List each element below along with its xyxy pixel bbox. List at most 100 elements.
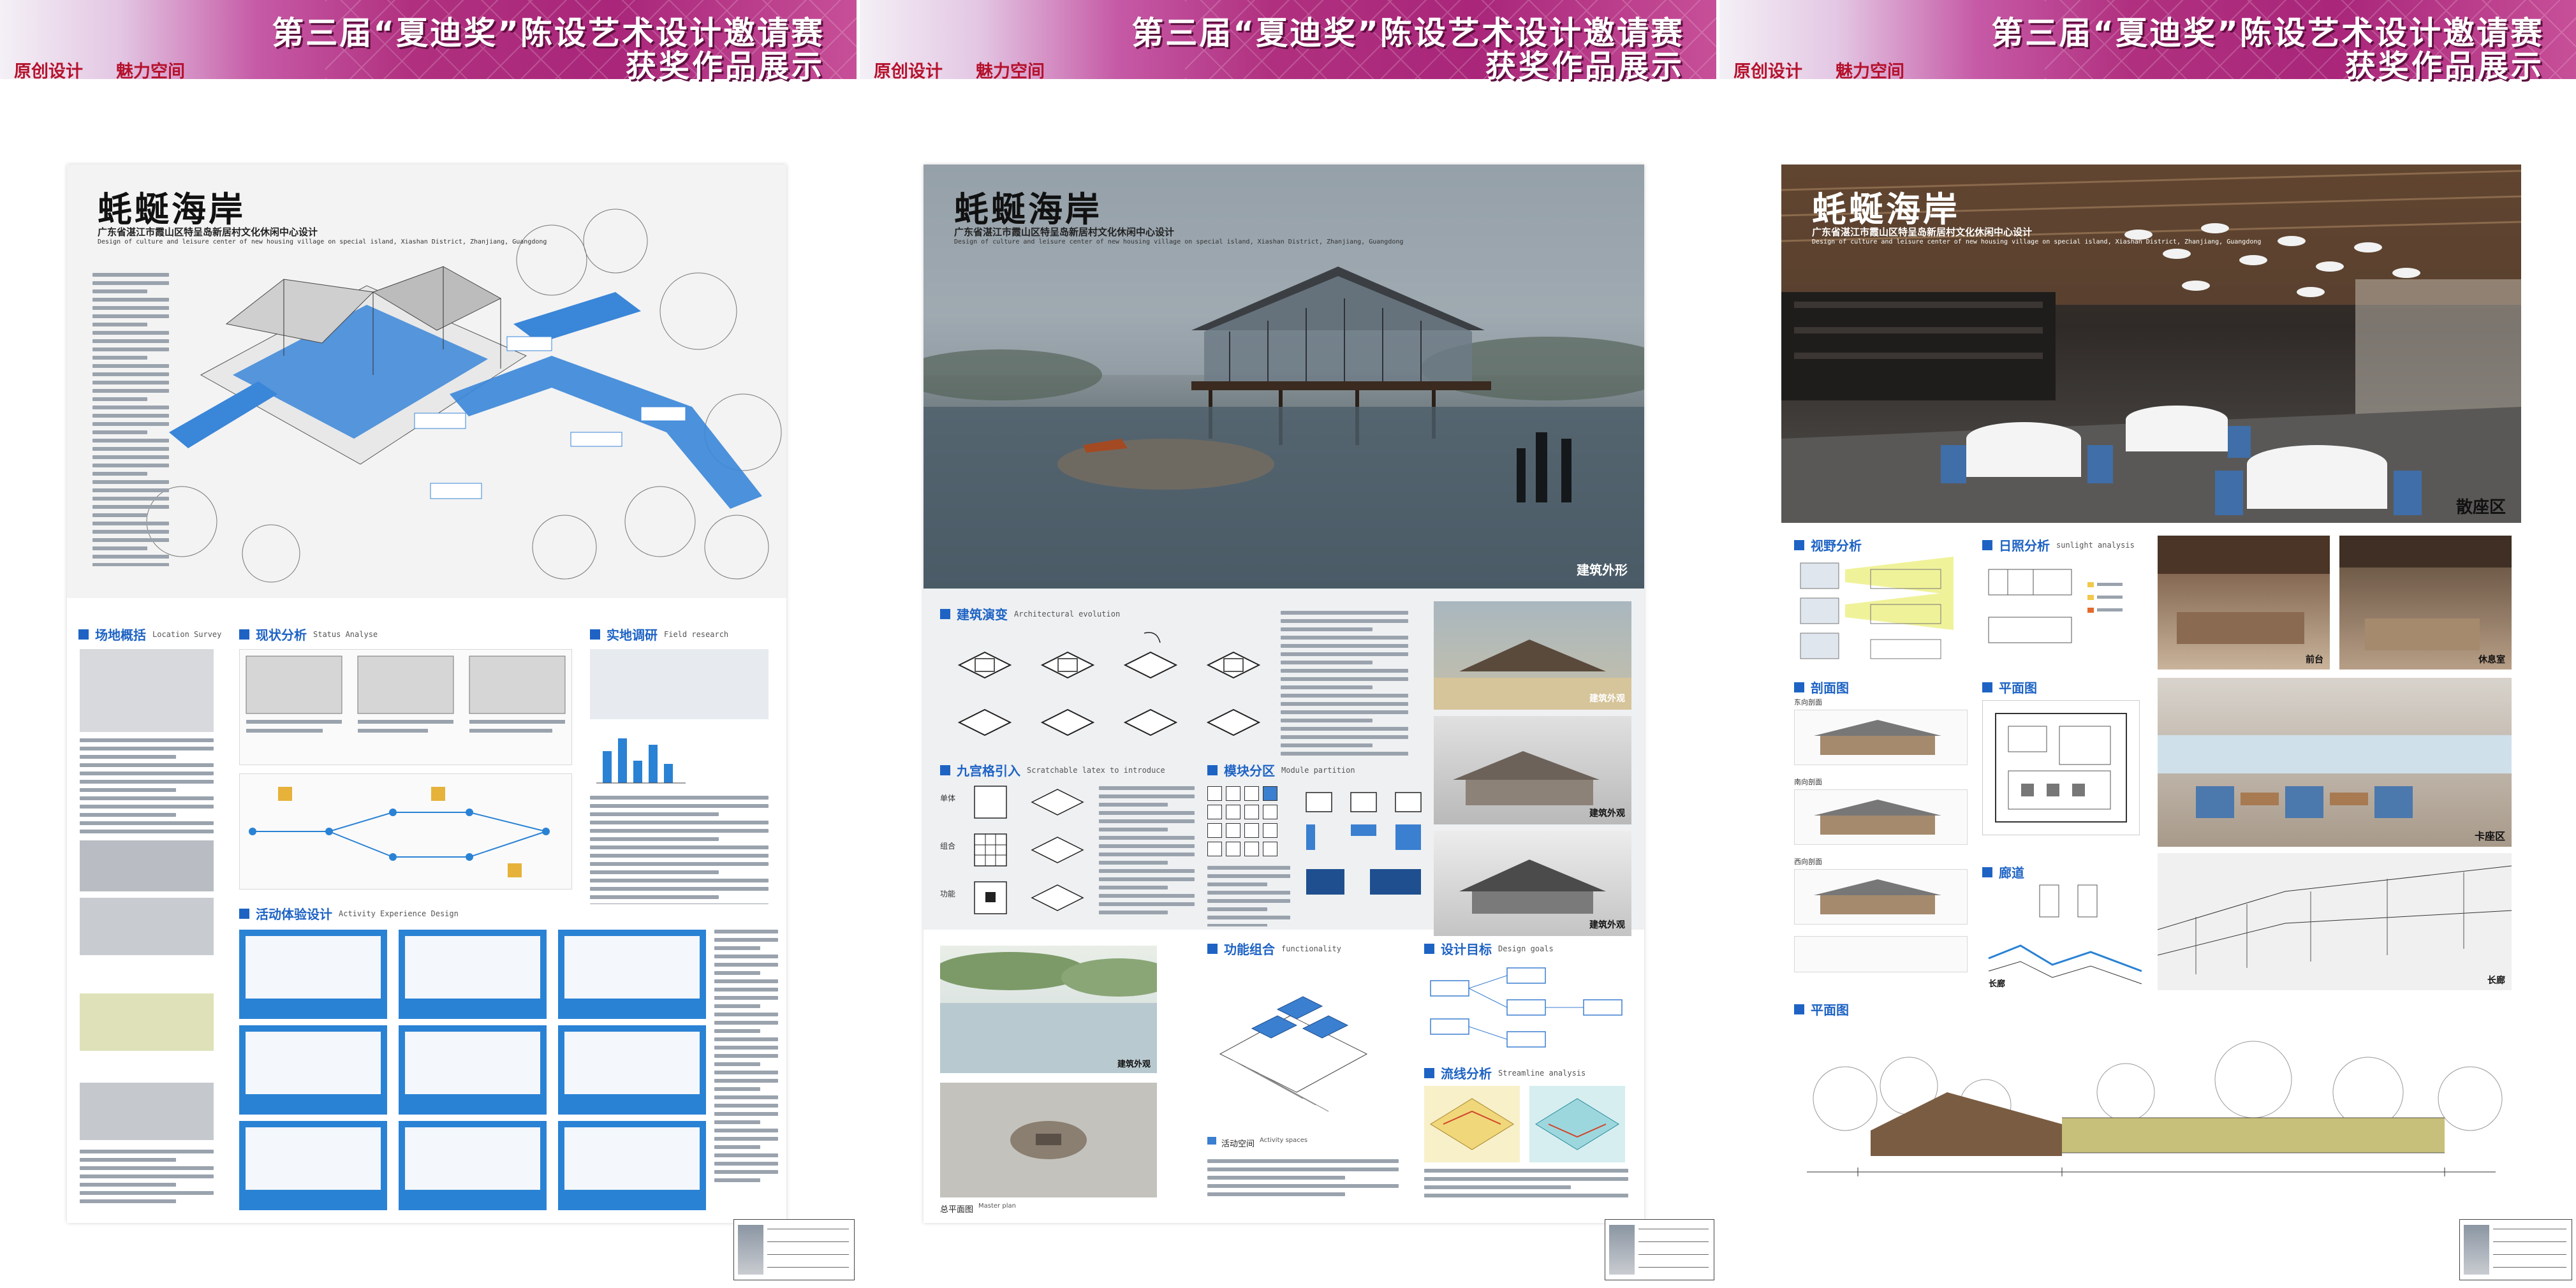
- section-field: 实地调研 Field research: [590, 625, 728, 643]
- activity-text: [714, 930, 778, 1210]
- grid-label-1: 单体: [940, 794, 956, 803]
- section-status: 现状分析 Status Analyse: [239, 625, 378, 643]
- site-map-2: [80, 993, 214, 1051]
- section-evolution: 建筑演变 Architectural evolution: [940, 604, 1120, 623]
- poster-panel-1: 第三届“夏迪奖”陈设艺术设计邀请赛 获奖作品展示 原创设计 魅力空间 蚝蜒海岸 …: [0, 0, 857, 1288]
- streamline-text: [1424, 1169, 1628, 1213]
- floor-plan: [1982, 700, 2140, 835]
- module-grid: [1207, 786, 1277, 856]
- section-activity: 活动体验设计 Activity Experience Design: [239, 904, 459, 923]
- legend-swatch-icon: [1207, 1137, 1216, 1145]
- section-function: 功能组合 functionality: [1207, 939, 1341, 958]
- section-ninegrid: 九宫格引入 Scratchable latex to introduce: [940, 761, 1165, 779]
- poster-sheet: 蚝蜒海岸 广东省湛江市霞山区特呈岛新居村文化休闲中心设计 Design of c…: [924, 165, 1644, 1223]
- section-marker-icon: [940, 765, 950, 775]
- elevation-label-south: 南向剖面: [1794, 778, 1822, 786]
- corridor-render: 长廊: [2158, 853, 2512, 990]
- activity-space-caption: 活动空间 Activity spaces: [1207, 1137, 1307, 1149]
- poster-panel-2: 第三届“夏迪奖”陈设艺术设计邀请赛 获奖作品展示 原创设计 魅力空间 蚝蜒海岸 …: [860, 0, 1716, 1288]
- function-axonometric: [1207, 958, 1380, 1131]
- elevation-south: [1794, 789, 1968, 845]
- section-marker-icon: [590, 629, 600, 640]
- section-marker-icon: [1424, 943, 1434, 954]
- location-text: [80, 738, 214, 834]
- section-location: 场地概括 Location Survey: [78, 625, 221, 643]
- elevation-label-west: 西向剖面: [1794, 858, 1822, 866]
- section-marker-icon: [1207, 943, 1218, 954]
- elevation-east: [1794, 710, 1968, 765]
- section-plan: 平面图: [1982, 678, 2037, 696]
- field-bar-chart: [590, 726, 769, 789]
- interior-render: 蚝蜒海岸 广东省湛江市霞山区特呈岛新居村文化休闲中心设计 Design of c…: [1781, 165, 2521, 523]
- field-text: [590, 796, 769, 904]
- module-text: [1207, 866, 1290, 926]
- ninegrid-text: [1099, 786, 1195, 926]
- tag-space: 魅力空间: [976, 62, 1045, 82]
- section-marker-icon: [1794, 682, 1804, 692]
- activity-tile: [399, 930, 547, 1019]
- section-module: 模块分区 Module partition: [1207, 761, 1355, 779]
- poster-sheet: 蚝蜒海岸 广东省湛江市霞山区特呈岛新居村文化休闲中心设计 Design of c…: [1781, 165, 2521, 1223]
- long-elevation: [1794, 1022, 2512, 1194]
- section-marker-icon: [1982, 539, 1992, 550]
- section-marker-icon: [1794, 539, 1804, 550]
- section-marker-icon: [1982, 867, 1992, 877]
- elevation-west: [1794, 869, 1968, 925]
- hero-caption: 建筑外形: [1577, 562, 1628, 578]
- banner: 第三届“夏迪奖”陈设艺术设计邀请赛 获奖作品展示 原创设计 魅力空间: [860, 0, 1716, 84]
- exterior-photo-2: 建筑外观: [1434, 716, 1631, 824]
- section-sun: 日照分析 sunlight analysis: [1982, 536, 2135, 554]
- project-title: 蚝蜒海岸: [98, 189, 246, 230]
- section-corridor: 廊道: [1982, 863, 2024, 881]
- goals-diagram: [1424, 962, 1628, 1057]
- elevation-extra: [1794, 936, 1968, 972]
- elevation-label-east: 东向剖面: [1794, 698, 1822, 706]
- master-plan-image: [940, 1083, 1157, 1197]
- project-subtitle: 广东省湛江市霞山区特呈岛新居村文化休闲中心设计: [98, 226, 318, 238]
- poster-sheet: 蚝蜒海岸 广东省湛江市霞山区特呈岛新居村文化休闲中心设计 Design of c…: [67, 165, 786, 1223]
- grid-label-2: 组合: [940, 842, 956, 851]
- axonometric-drawing: 蚝蜒海岸 广东省湛江市霞山区特呈岛新居村文化休闲中心设计 Design of c…: [67, 165, 786, 598]
- field-maps: [590, 649, 769, 719]
- site-map-1: [80, 898, 214, 955]
- activity-tile: [239, 1025, 387, 1115]
- project-subtitle-en: Design of culture and leisure center of …: [1812, 238, 2262, 245]
- sun-analysis-diagrams: [1982, 557, 2129, 665]
- section-marker-icon: [239, 629, 249, 640]
- title-block: [1605, 1219, 1714, 1280]
- view-analysis-diagrams: [1794, 557, 1960, 665]
- master-plan-caption: 总平面图 Master plan: [940, 1203, 1016, 1215]
- section-streamline: 流线分析 Streamline analysis: [1424, 1064, 1586, 1082]
- tag-original: 原创设计: [874, 62, 943, 82]
- section-marker-icon: [1424, 1067, 1434, 1078]
- site-map-3: [80, 1083, 214, 1140]
- title-block: [2459, 1219, 2572, 1280]
- evolution-text: [1281, 611, 1408, 757]
- tag-original: 原创设计: [14, 62, 83, 82]
- project-title: 蚝蜒海岸: [1812, 189, 1960, 230]
- reception-photo: 前台: [2158, 536, 2330, 670]
- function-text: [1207, 1159, 1399, 1210]
- banner-subtitle: 获奖作品展示: [1485, 48, 1684, 84]
- location-map: [80, 649, 214, 732]
- tag-original: 原创设计: [1733, 62, 1802, 82]
- flow-diagram: [239, 773, 572, 889]
- banner-subtitle: 获奖作品展示: [2344, 48, 2544, 84]
- lounge-photo: 休息室: [2339, 536, 2512, 670]
- activity-tile: [399, 1121, 547, 1210]
- activity-tile: [558, 1025, 706, 1115]
- section-elevation: 剖面图: [1794, 678, 1849, 696]
- section-marker-icon: [940, 608, 950, 619]
- site-text: [80, 1150, 214, 1213]
- banner: 第三届“夏迪奖”陈设艺术设计邀请赛 获奖作品展示 原创设计 魅力空间: [0, 0, 857, 84]
- title-block: [733, 1219, 855, 1280]
- grid-label-3: 功能: [940, 889, 956, 898]
- activity-tile: [558, 1121, 706, 1210]
- project-subtitle-en: Design of culture and leisure center of …: [98, 238, 547, 245]
- section-marker-icon: [1207, 765, 1218, 775]
- streamline-diagram-2: [1529, 1086, 1625, 1162]
- site-photo: [80, 840, 214, 891]
- module-diagrams: [1300, 786, 1427, 926]
- activity-tile: [399, 1025, 547, 1115]
- corridor-details: 长廊: [1982, 882, 2148, 990]
